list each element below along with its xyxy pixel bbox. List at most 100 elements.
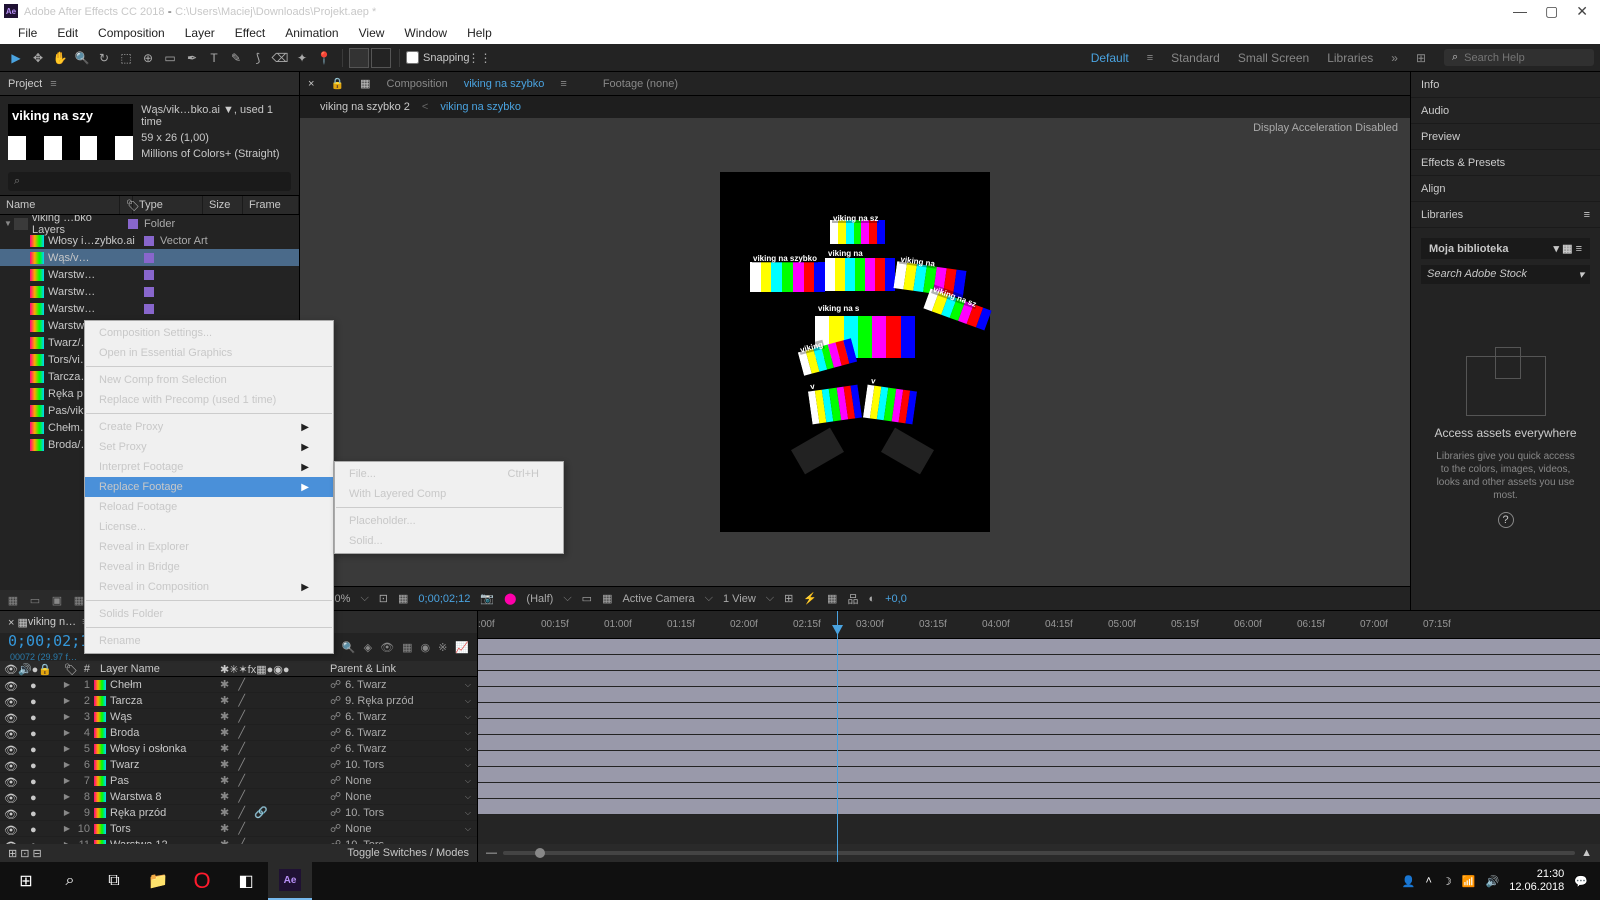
track-bar[interactable] xyxy=(478,671,1600,687)
puppet-tool-icon[interactable]: 📍 xyxy=(314,48,334,68)
comp-flowchart-icon[interactable]: 品 xyxy=(847,591,858,607)
snapping-opts-icon[interactable]: ⋮⋮ xyxy=(470,48,490,68)
menu-item[interactable]: Reveal in Composition▶ xyxy=(85,577,333,597)
workspace-reset-icon[interactable]: ⊞ xyxy=(1416,51,1426,65)
menu-item[interactable]: Solid... xyxy=(335,531,563,551)
roi-icon[interactable]: ▭ xyxy=(582,592,592,605)
people-icon[interactable]: 👤 xyxy=(1402,875,1416,888)
layer-row[interactable]: 👁●▶8Warstwa 8✱ ╱☍None⌵ xyxy=(0,789,477,805)
info-icon[interactable]: ? xyxy=(1498,512,1514,528)
menu-effect[interactable]: Effect xyxy=(227,24,273,42)
rotation-tool-icon[interactable]: ↻ xyxy=(94,48,114,68)
menu-item[interactable]: Reveal in Bridge xyxy=(85,557,333,577)
bpc-icon[interactable]: ▭ xyxy=(28,593,42,607)
panel-align[interactable]: Align xyxy=(1411,176,1600,202)
eraser-tool-icon[interactable]: ⌫ xyxy=(270,48,290,68)
search-icon[interactable]: 🔍 xyxy=(342,641,356,654)
track-bar[interactable] xyxy=(478,687,1600,703)
night-light-icon[interactable]: ☽ xyxy=(1442,875,1452,888)
interpret-icon[interactable]: ▦ xyxy=(6,593,20,607)
menu-item[interactable]: Set Proxy▶ xyxy=(85,437,333,457)
draft-3d-icon[interactable]: ▦ xyxy=(402,641,412,654)
channel-icon[interactable]: ⬤ xyxy=(504,592,516,605)
taskbar-clock[interactable]: 21:30 12.06.2018 xyxy=(1509,868,1564,894)
panel-info[interactable]: Info xyxy=(1411,72,1600,98)
tree-row[interactable]: Warstw… xyxy=(0,300,299,317)
pan-behind-tool-icon[interactable]: ⊕ xyxy=(138,48,158,68)
tree-row[interactable]: Wąs/v… xyxy=(0,249,299,266)
close-button[interactable]: ✕ xyxy=(1576,3,1588,20)
timeline-ruler[interactable]: :00f00:15f01:00f01:15f02:00f02:15f03:00f… xyxy=(478,611,1600,639)
opera-icon[interactable]: O xyxy=(180,862,224,900)
transparency-icon[interactable]: ▦ xyxy=(602,592,612,605)
menu-item[interactable]: Composition Settings... xyxy=(85,323,333,343)
res-full-icon[interactable]: ⊡ xyxy=(379,592,388,605)
menu-item[interactable]: Rename xyxy=(85,631,333,651)
track-bar[interactable] xyxy=(478,735,1600,751)
exposure-reset-icon[interactable]: ◐ xyxy=(868,593,875,605)
workspace-menu-icon[interactable]: ≡ xyxy=(1147,52,1153,64)
close-tab-icon[interactable]: × xyxy=(308,78,314,90)
task-view-button[interactable]: ⧉ xyxy=(92,862,136,900)
tree-row[interactable]: Warstw… xyxy=(0,283,299,300)
menu-item[interactable]: File...Ctrl+H xyxy=(335,464,563,484)
track-bar[interactable] xyxy=(478,703,1600,719)
layer-row[interactable]: 👁●▶1Chełm✱ ╱☍6. Twarz⌵ xyxy=(0,677,477,693)
menu-item[interactable]: Open in Essential Graphics xyxy=(85,343,333,363)
track-bar[interactable] xyxy=(478,639,1600,655)
menu-item[interactable]: With Layered Comp xyxy=(335,484,563,504)
menu-item[interactable]: Interpret Footage▶ xyxy=(85,457,333,477)
menu-item[interactable]: Placeholder... xyxy=(335,511,563,531)
search-button[interactable]: ⌕ xyxy=(48,862,92,900)
zoom-in-icon[interactable]: ▲ xyxy=(1581,847,1592,859)
track-bar[interactable] xyxy=(478,655,1600,671)
network-icon[interactable]: 📶 xyxy=(1462,875,1476,888)
library-selector[interactable]: Moja biblioteka▾ ▦ ≡ xyxy=(1421,238,1590,259)
fast-preview-icon[interactable]: ⚡ xyxy=(803,592,817,605)
layer-row[interactable]: 👁●▶7Pas✱ ╱☍None⌵ xyxy=(0,773,477,789)
menu-edit[interactable]: Edit xyxy=(49,24,86,42)
menu-item[interactable]: Reveal in Explorer xyxy=(85,537,333,557)
workspace-small-screen[interactable]: Small Screen xyxy=(1238,51,1309,65)
viewer-timecode[interactable]: 0;00;02;12 xyxy=(418,593,470,605)
selection-tool-icon[interactable]: ✥ xyxy=(28,48,48,68)
menu-item[interactable]: Replace with Precomp (used 1 time) xyxy=(85,390,333,410)
libraries-panel-header[interactable]: Libraries≡ xyxy=(1411,202,1600,228)
track-bar[interactable] xyxy=(478,719,1600,735)
composition-name[interactable]: viking na szybko xyxy=(464,78,545,90)
timeline-icon[interactable]: ▦ xyxy=(827,592,837,605)
crumb-item-active[interactable]: viking na szybko xyxy=(440,101,521,113)
layer-row[interactable]: 👁●▶11Warstwa 12✱ ╱☍10. Tors⌵ xyxy=(0,837,477,844)
zoom-tool-icon[interactable]: 🔍 xyxy=(72,48,92,68)
layer-row[interactable]: 👁●▶2Tarcza✱ ╱☍9. Ręka przód⌵ xyxy=(0,693,477,709)
pen-tool-icon[interactable]: ✒ xyxy=(182,48,202,68)
maximize-button[interactable]: ▢ xyxy=(1545,3,1558,20)
stroke-swatch[interactable] xyxy=(371,48,391,68)
project-search[interactable]: ⌕ xyxy=(8,172,291,191)
library-search[interactable]: Search Adobe Stock▾ xyxy=(1421,265,1590,284)
frame-blend-icon[interactable]: ◉ xyxy=(420,641,430,654)
type-tool-icon[interactable]: T xyxy=(204,48,224,68)
track-bar[interactable] xyxy=(478,799,1600,815)
tray-up-icon[interactable]: ˄ xyxy=(1426,875,1432,887)
explorer-icon[interactable]: 📁 xyxy=(136,862,180,900)
minimize-button[interactable]: — xyxy=(1513,3,1527,20)
snapping-checkbox[interactable]: Snapping xyxy=(406,51,470,64)
new-folder-icon[interactable]: ▣ xyxy=(50,593,64,607)
exposure-value[interactable]: +0,0 xyxy=(885,593,907,605)
menu-composition[interactable]: Composition xyxy=(90,24,173,42)
resolution-dropdown[interactable]: (Half) xyxy=(526,593,553,605)
brush-tool-icon[interactable]: ✎ xyxy=(226,48,246,68)
pixel-aspect-icon[interactable]: ⊞ xyxy=(784,592,793,605)
zoom-out-icon[interactable]: — xyxy=(486,847,497,859)
roto-tool-icon[interactable]: ✦ xyxy=(292,48,312,68)
camera-dropdown[interactable]: Active Camera xyxy=(622,593,694,605)
track-bar[interactable] xyxy=(478,751,1600,767)
workspace-libraries[interactable]: Libraries xyxy=(1327,51,1373,65)
layer-row[interactable]: 👁●▶5Włosy i osłonka✱ ╱☍6. Twarz⌵ xyxy=(0,741,477,757)
context-menu-project[interactable]: Composition Settings...Open in Essential… xyxy=(84,320,334,654)
menu-item[interactable]: License... xyxy=(85,517,333,537)
layer-row[interactable]: 👁●▶3Wąs✱ ╱☍6. Twarz⌵ xyxy=(0,709,477,725)
home-icon[interactable]: ▶ xyxy=(6,48,26,68)
layer-row[interactable]: 👁●▶10Tors✱ ╱☍None⌵ xyxy=(0,821,477,837)
